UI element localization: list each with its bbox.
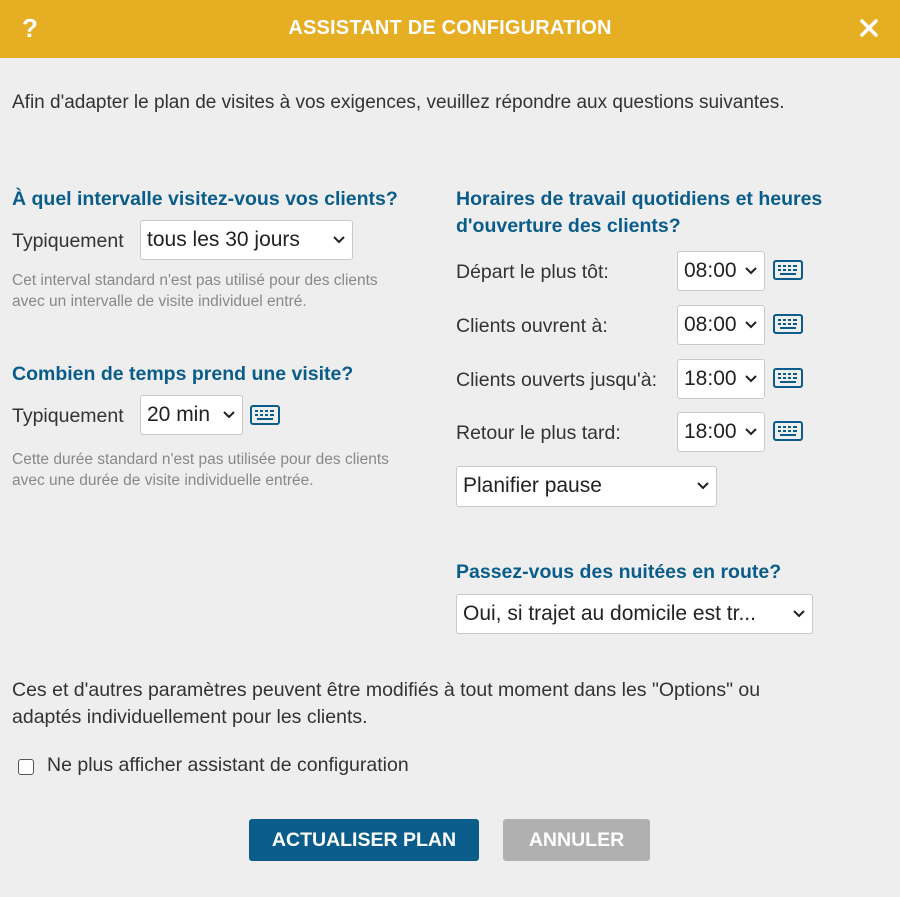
chevron-down-icon bbox=[745, 428, 757, 436]
chevron-down-icon bbox=[793, 610, 805, 618]
overnight-select-value: Oui, si trajet au domicile est tr... bbox=[463, 602, 756, 625]
hours-time-select[interactable]: 18:00 bbox=[677, 359, 765, 399]
interval-select-value: tous les 30 jours bbox=[147, 228, 300, 251]
keyboard-icon[interactable] bbox=[773, 314, 803, 334]
update-plan-button[interactable]: ACTUALISER PLAN bbox=[249, 819, 479, 861]
dialog-title: ASSISTANT DE CONFIGURATION bbox=[288, 17, 612, 39]
dialog-titlebar: ? ASSISTANT DE CONFIGURATION bbox=[0, 0, 900, 58]
hours-time-select[interactable]: 08:00 bbox=[677, 305, 765, 345]
duration-select-value: 20 min bbox=[147, 403, 211, 426]
hours-time-value: 18:00 bbox=[684, 367, 737, 390]
chevron-down-icon bbox=[697, 482, 709, 490]
chevron-down-icon bbox=[745, 267, 757, 275]
pause-select-value: Planifier pause bbox=[463, 474, 602, 497]
intro-text: Afin d'adapter le plan de visites à vos … bbox=[12, 92, 785, 113]
hours-time-value: 18:00 bbox=[684, 420, 737, 443]
hours-time-value: 08:00 bbox=[684, 259, 737, 282]
overnight-select[interactable]: Oui, si trajet au domicile est tr... bbox=[456, 594, 813, 634]
chevron-down-icon bbox=[223, 411, 235, 419]
hours-time-select[interactable]: 08:00 bbox=[677, 251, 765, 291]
hide-wizard-label[interactable]: Ne plus afficher assistant de configurat… bbox=[47, 754, 409, 777]
hours-heading: Horaires de travail quotidiens et heures… bbox=[456, 188, 823, 237]
keyboard-icon[interactable] bbox=[773, 421, 803, 441]
keyboard-icon[interactable] bbox=[250, 405, 280, 425]
hours-time-value: 08:00 bbox=[684, 313, 737, 336]
hours-row-label: Clients ouverts jusqu'à: bbox=[456, 369, 657, 391]
hours-time-select[interactable]: 18:00 bbox=[677, 412, 765, 452]
hours-row-label: Retour le plus tard: bbox=[456, 422, 621, 444]
hours-row-label: Clients ouvrent à: bbox=[456, 315, 608, 337]
chevron-down-icon bbox=[333, 236, 345, 244]
interval-heading: À quel intervalle visitez-vous vos clien… bbox=[12, 188, 398, 210]
duration-heading: Combien de temps prend une visite? bbox=[12, 363, 354, 385]
pause-select[interactable]: Planifier pause bbox=[456, 466, 717, 507]
keyboard-icon[interactable] bbox=[773, 368, 803, 388]
overnight-heading: Passez-vous des nuitées en route? bbox=[456, 561, 782, 583]
interval-label: Typiquement bbox=[12, 230, 124, 252]
footer-info: Ces et d'autres paramètres peuvent être … bbox=[12, 679, 761, 728]
duration-note: Cette durée standard n'est pas utilisée … bbox=[12, 451, 389, 489]
close-icon[interactable] bbox=[857, 15, 881, 41]
keyboard-icon[interactable] bbox=[773, 260, 803, 280]
cancel-button[interactable]: ANNULER bbox=[503, 819, 650, 861]
duration-select[interactable]: 20 min bbox=[140, 395, 243, 435]
duration-label: Typiquement bbox=[12, 405, 124, 427]
hours-row-label: Départ le plus tôt: bbox=[456, 261, 609, 283]
hide-wizard-checkbox[interactable] bbox=[18, 759, 34, 775]
chevron-down-icon bbox=[745, 375, 757, 383]
interval-select[interactable]: tous les 30 jours bbox=[140, 220, 353, 260]
chevron-down-icon bbox=[745, 321, 757, 329]
interval-note: Cet interval standard n'est pas utilisé … bbox=[12, 272, 378, 310]
